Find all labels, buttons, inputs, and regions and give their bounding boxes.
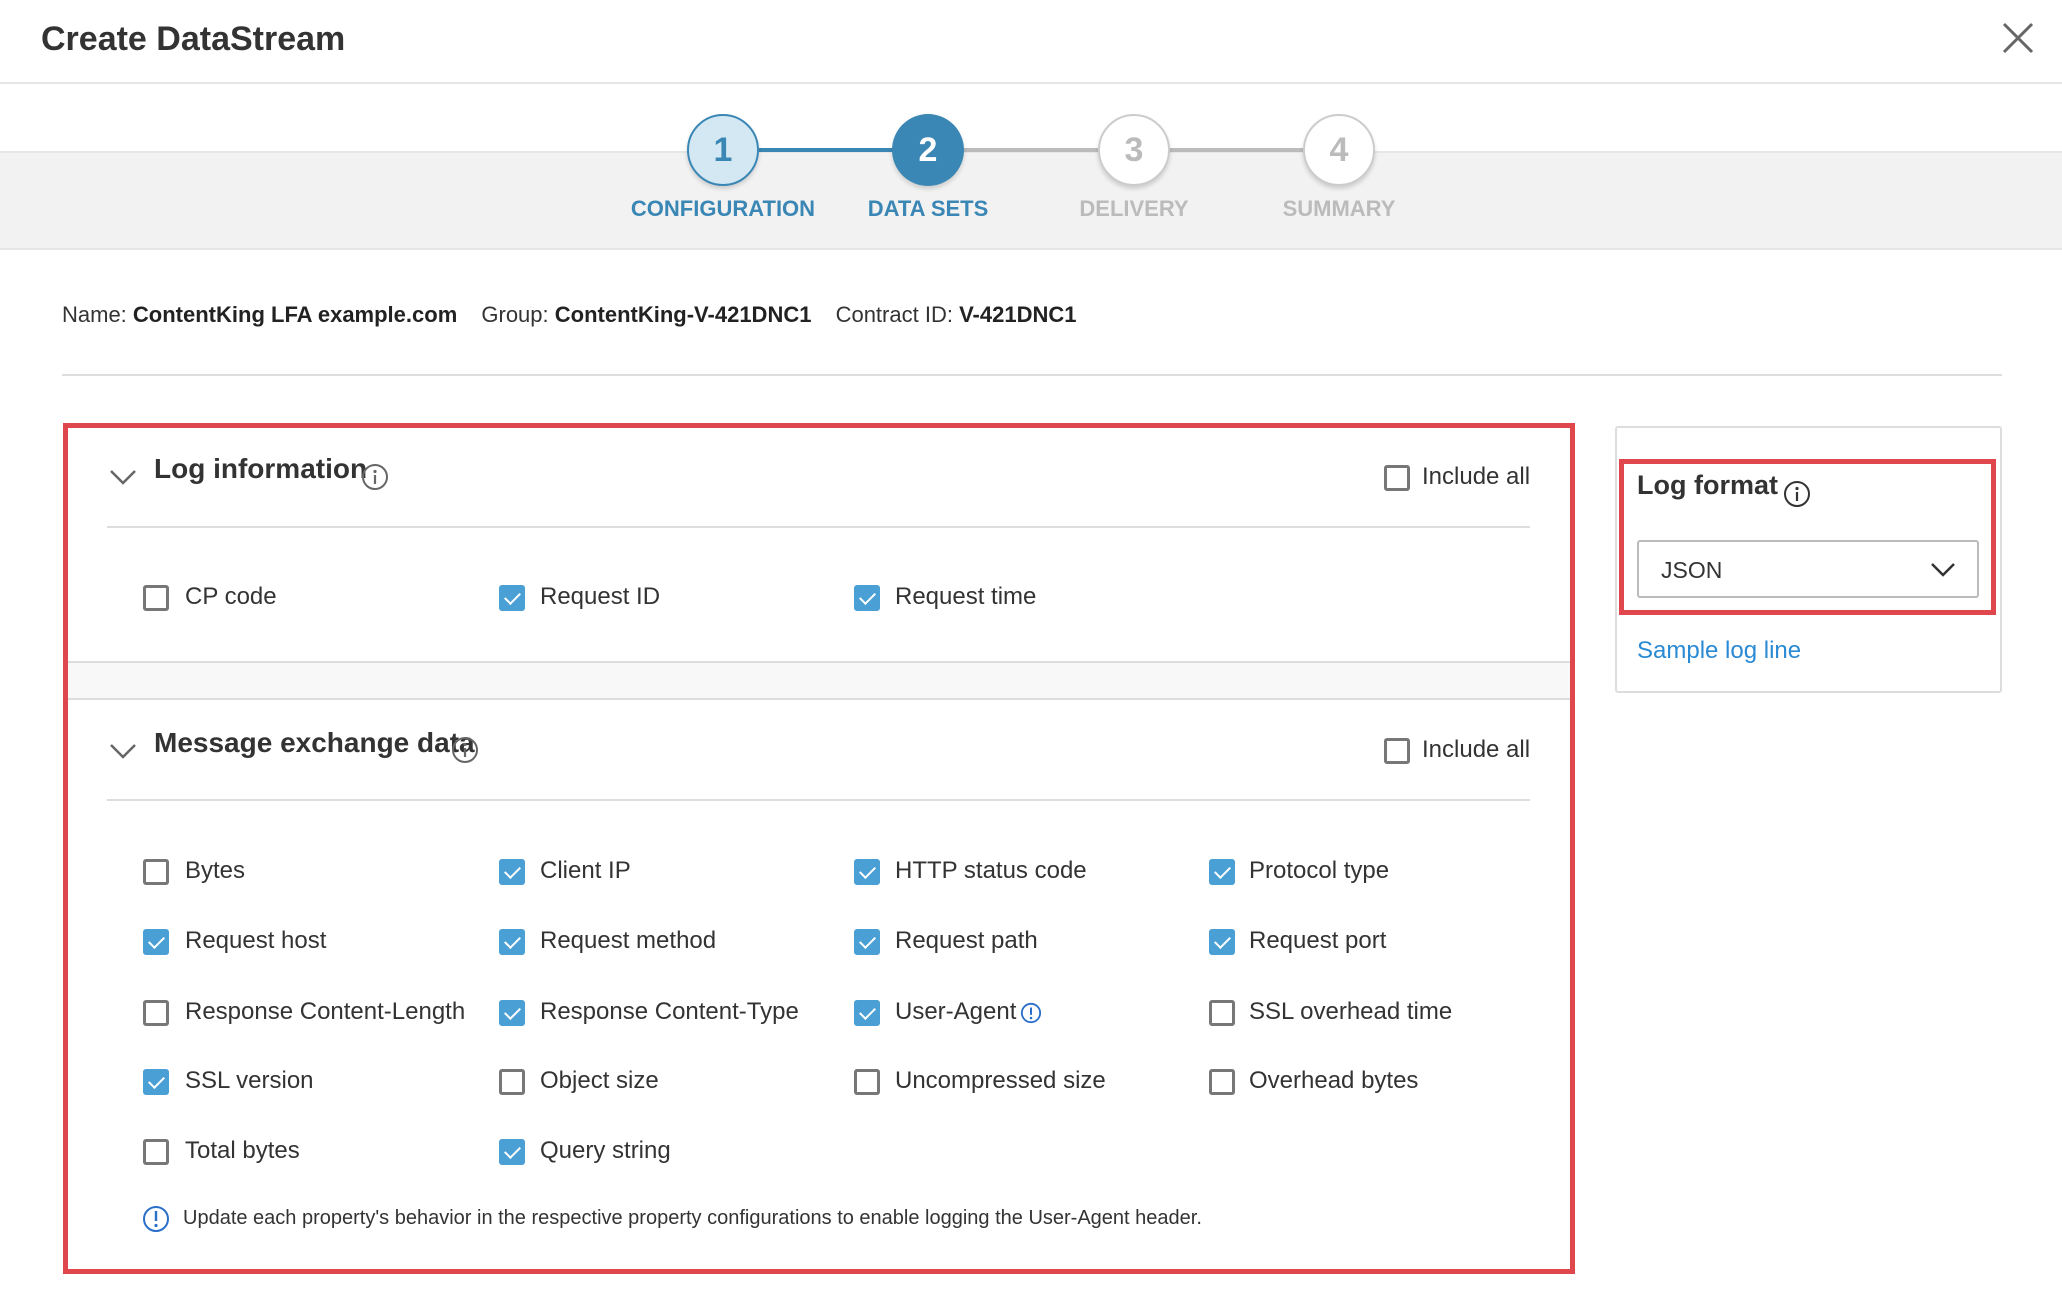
warning-info-icon [143,1206,169,1232]
user-agent-label[interactable]: User-Agent [895,998,1016,1026]
message-exchange-include-all-label[interactable]: Include all [1422,736,1530,764]
info-icon[interactable] [1783,480,1811,508]
contract-value: V-421DNC1 [959,302,1077,327]
info-icon[interactable] [361,463,389,491]
object-size-label[interactable]: Object size [540,1067,659,1095]
meta-divider [62,374,2002,376]
log-information-title: Log information [154,453,368,484]
step-1-label[interactable]: CONFIGURATION [613,196,833,222]
step-4-circle: 4 [1303,114,1375,186]
log-format-value: JSON [1661,557,1723,583]
chevron-down-icon[interactable] [108,741,138,761]
query-string-label[interactable]: Query string [540,1137,671,1165]
request-host-checkbox[interactable] [143,929,169,955]
step-connector [1170,148,1303,152]
bytes-label[interactable]: Bytes [185,857,245,885]
cp-code-checkbox[interactable] [143,585,169,611]
message-exchange-title: Message exchange data [154,727,475,758]
message-exchange-include-all-checkbox[interactable] [1384,738,1410,764]
chevron-down-icon[interactable] [108,467,138,487]
step-1-circle[interactable]: 1 [687,114,759,186]
close-icon[interactable] [1998,18,2038,58]
user-agent-checkbox[interactable] [854,1000,880,1026]
response-content-type-checkbox[interactable] [499,1000,525,1026]
step-connector [964,148,1098,152]
response-content-type-label[interactable]: Response Content-Type [540,998,799,1026]
query-string-checkbox[interactable] [499,1139,525,1165]
ssl-overhead-time-label[interactable]: SSL overhead time [1249,998,1452,1026]
http-status-code-checkbox[interactable] [854,859,880,885]
warning-info-icon[interactable] [1020,1002,1042,1024]
step-3-circle: 3 [1098,114,1170,186]
request-id-checkbox[interactable] [499,585,525,611]
log-format-title: Log format [1637,470,1778,500]
client-ip-label[interactable]: Client IP [540,857,631,885]
header-divider [0,82,2062,84]
uncompressed-size-label[interactable]: Uncompressed size [895,1067,1106,1095]
group-label: Group: [481,302,549,327]
total-bytes-checkbox[interactable] [143,1139,169,1165]
step-connector [759,148,893,152]
object-size-checkbox[interactable] [499,1069,525,1095]
http-status-code-label[interactable]: HTTP status code [895,857,1087,885]
ssl-version-label[interactable]: SSL version [185,1067,314,1095]
response-content-length-label[interactable]: Response Content-Length [185,998,465,1026]
request-time-checkbox[interactable] [854,585,880,611]
contract-label: Contract ID: [835,302,953,327]
request-id-label[interactable]: Request ID [540,583,660,611]
log-information-include-all-label[interactable]: Include all [1422,463,1530,491]
dialog-title: Create DataStream [41,20,346,58]
stream-meta: Name: ContentKing LFA example.com Group:… [62,302,1076,328]
cp-code-label[interactable]: CP code [185,583,277,611]
protocol-type-checkbox[interactable] [1209,859,1235,885]
chevron-down-icon [1931,563,1955,577]
section-divider [107,526,1530,528]
total-bytes-label[interactable]: Total bytes [185,1137,300,1165]
request-method-checkbox[interactable] [499,929,525,955]
request-method-label[interactable]: Request method [540,927,716,955]
request-host-label[interactable]: Request host [185,927,326,955]
request-path-checkbox[interactable] [854,929,880,955]
info-icon[interactable] [451,736,479,764]
user-agent-note: Update each property's behavior in the r… [183,1207,1202,1229]
name-label: Name: [62,302,127,327]
request-path-label[interactable]: Request path [895,927,1038,955]
uncompressed-size-checkbox[interactable] [854,1069,880,1095]
request-time-label[interactable]: Request time [895,583,1036,611]
ssl-version-checkbox[interactable] [143,1069,169,1095]
section-gap [68,663,1570,698]
ssl-overhead-time-checkbox[interactable] [1209,1000,1235,1026]
step-2-circle[interactable]: 2 [892,114,964,186]
protocol-type-label[interactable]: Protocol type [1249,857,1389,885]
name-value: ContentKing LFA example.com [132,302,458,327]
request-port-checkbox[interactable] [1209,929,1235,955]
group-value: ContentKing-V-421DNC1 [554,302,812,327]
client-ip-checkbox[interactable] [499,859,525,885]
sample-log-line-link[interactable]: Sample log line [1637,637,1801,665]
section-separator [68,698,1570,700]
log-information-include-all-checkbox[interactable] [1384,465,1410,491]
bytes-checkbox[interactable] [143,859,169,885]
request-port-label[interactable]: Request port [1249,927,1386,955]
log-format-select[interactable]: JSON [1637,540,1979,598]
step-4-label: SUMMARY [1282,196,1396,221]
overhead-bytes-label[interactable]: Overhead bytes [1249,1067,1418,1095]
section-divider [107,799,1530,801]
step-2-label[interactable]: DATA SETS [818,196,1038,222]
overhead-bytes-checkbox[interactable] [1209,1069,1235,1095]
response-content-length-checkbox[interactable] [143,1000,169,1026]
step-3-label: DELIVERY [1079,196,1189,221]
